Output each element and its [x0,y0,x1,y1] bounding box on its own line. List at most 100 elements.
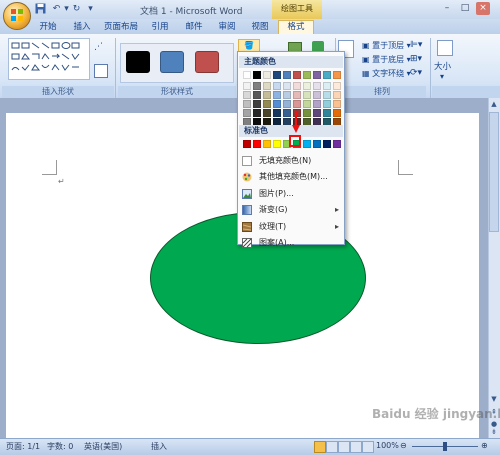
theme-shade-swatch[interactable] [303,100,311,108]
status-insert-mode[interactable]: 插入 [151,441,167,452]
print-layout-icon[interactable] [314,441,326,453]
theme-color-swatch[interactable] [293,71,301,79]
theme-color-swatch[interactable] [283,71,291,79]
save-icon[interactable] [34,3,47,15]
picture-fill-item[interactable]: 图片(P)... [239,186,343,202]
zoom-out-icon[interactable]: ⊖ [400,441,407,450]
shapes-gallery[interactable] [8,38,90,80]
zoom-in-icon[interactable]: ⊕ [481,441,488,450]
theme-color-swatch[interactable] [263,71,271,79]
theme-shade-swatch[interactable] [273,82,281,90]
next-page-icon[interactable]: ⇟ [489,428,499,438]
no-fill-item[interactable]: 无填充颜色(N) [239,153,343,169]
standard-color-swatch[interactable] [253,140,261,148]
redo-icon[interactable]: ↻ [70,3,83,15]
theme-shade-swatch[interactable] [253,91,261,99]
tab-insert[interactable]: 插入 [70,21,94,34]
tab-references[interactable]: 引用 [148,21,172,34]
text-box-icon[interactable] [94,64,108,78]
send-to-back-button[interactable]: ▣ 置于底层 ▾ [362,54,411,65]
tab-review[interactable]: 审阅 [215,21,239,34]
theme-shade-swatch[interactable] [293,82,301,90]
customize-qat-icon[interactable]: ▾ [84,3,97,15]
web-layout-icon[interactable] [338,441,350,453]
status-words[interactable]: 字数: 0 [47,441,73,452]
gradient-fill-item[interactable]: 渐变(G) ▸ [239,202,343,218]
theme-shade-swatch[interactable] [303,91,311,99]
theme-shade-swatch[interactable] [333,109,341,117]
draft-view-icon[interactable] [362,441,374,453]
theme-shade-swatch[interactable] [243,91,251,99]
status-language[interactable]: 英语(美国) [84,441,122,452]
theme-color-swatch[interactable] [303,71,311,79]
shape-style-blue[interactable] [160,51,184,73]
theme-shade-swatch[interactable] [313,100,321,108]
theme-color-swatch[interactable] [313,71,321,79]
standard-color-swatch[interactable] [313,140,321,148]
theme-shade-swatch[interactable] [333,82,341,90]
theme-shade-swatch[interactable] [293,91,301,99]
tab-view[interactable]: 视图 [248,21,272,34]
theme-shade-swatch[interactable] [283,109,291,117]
size-dropdown-icon[interactable]: ▾ [440,72,444,81]
text-wrap-button[interactable]: ▦ 文字环绕 ▾ [362,68,411,79]
size-button[interactable]: 大小 [434,60,451,72]
theme-shade-swatch[interactable] [303,82,311,90]
minimize-icon[interactable]: – [440,2,454,15]
office-button[interactable] [3,2,31,30]
theme-shade-swatch[interactable] [303,109,311,117]
maximize-icon[interactable]: □ [458,2,472,15]
scroll-up-icon[interactable]: ▲ [489,100,499,110]
status-page[interactable]: 页面: 1/1 [6,441,40,452]
theme-shade-swatch[interactable] [273,91,281,99]
tab-format[interactable]: 格式 [278,20,314,35]
standard-color-swatch[interactable] [323,140,331,148]
theme-shade-swatch[interactable] [263,91,271,99]
tab-page-layout[interactable]: 页面布局 [103,21,139,34]
theme-color-swatch[interactable] [323,71,331,79]
rotate-icon[interactable]: ⟳▾ [410,68,422,78]
theme-shade-swatch[interactable] [243,100,251,108]
theme-color-swatch[interactable] [273,71,281,79]
shape-style-black[interactable] [126,51,150,73]
zoom-level[interactable]: 100% [376,441,399,450]
standard-color-swatch[interactable] [273,140,281,148]
theme-shade-swatch[interactable] [283,91,291,99]
standard-color-swatch[interactable] [303,140,311,148]
theme-color-swatch[interactable] [243,71,251,79]
theme-shade-swatch[interactable] [243,82,251,90]
scroll-thumb[interactable] [489,112,499,232]
pattern-fill-item[interactable]: 图案(A)... [239,235,343,251]
theme-shade-swatch[interactable] [263,109,271,117]
standard-color-swatch[interactable] [333,140,341,148]
theme-shade-swatch[interactable] [283,82,291,90]
theme-shade-swatch[interactable] [243,109,251,117]
theme-shade-swatch[interactable] [323,82,331,90]
group-icon[interactable]: ⊞▾ [410,54,422,64]
tab-mailings[interactable]: 邮件 [182,21,206,34]
shape-style-red[interactable] [195,51,219,73]
theme-shade-swatch[interactable] [333,91,341,99]
theme-shade-swatch[interactable] [263,100,271,108]
more-fill-colors-item[interactable]: 其他填充颜色(M)... [239,169,343,185]
theme-shade-swatch[interactable] [263,82,271,90]
theme-shade-swatch[interactable] [293,100,301,108]
theme-shade-swatch[interactable] [313,91,321,99]
theme-shade-swatch[interactable] [313,109,321,117]
bring-to-front-button[interactable]: ▣ 置于顶层 ▾ [362,40,411,51]
zoom-slider-thumb[interactable] [443,442,447,451]
outline-view-icon[interactable] [350,441,362,453]
theme-color-swatch[interactable] [333,71,341,79]
theme-shade-swatch[interactable] [273,109,281,117]
theme-color-swatch[interactable] [253,71,261,79]
align-icon[interactable]: ⊫▾ [410,40,422,50]
scroll-down-icon[interactable]: ▼ [489,395,499,405]
theme-shade-swatch[interactable] [253,82,261,90]
texture-fill-item[interactable]: 纹理(T) ▸ [239,219,343,235]
theme-shade-swatch[interactable] [333,100,341,108]
theme-shade-swatch[interactable] [313,82,321,90]
theme-shade-swatch[interactable] [253,100,261,108]
theme-shade-swatch[interactable] [323,100,331,108]
tab-home[interactable]: 开始 [36,21,60,34]
theme-shade-swatch[interactable] [273,100,281,108]
